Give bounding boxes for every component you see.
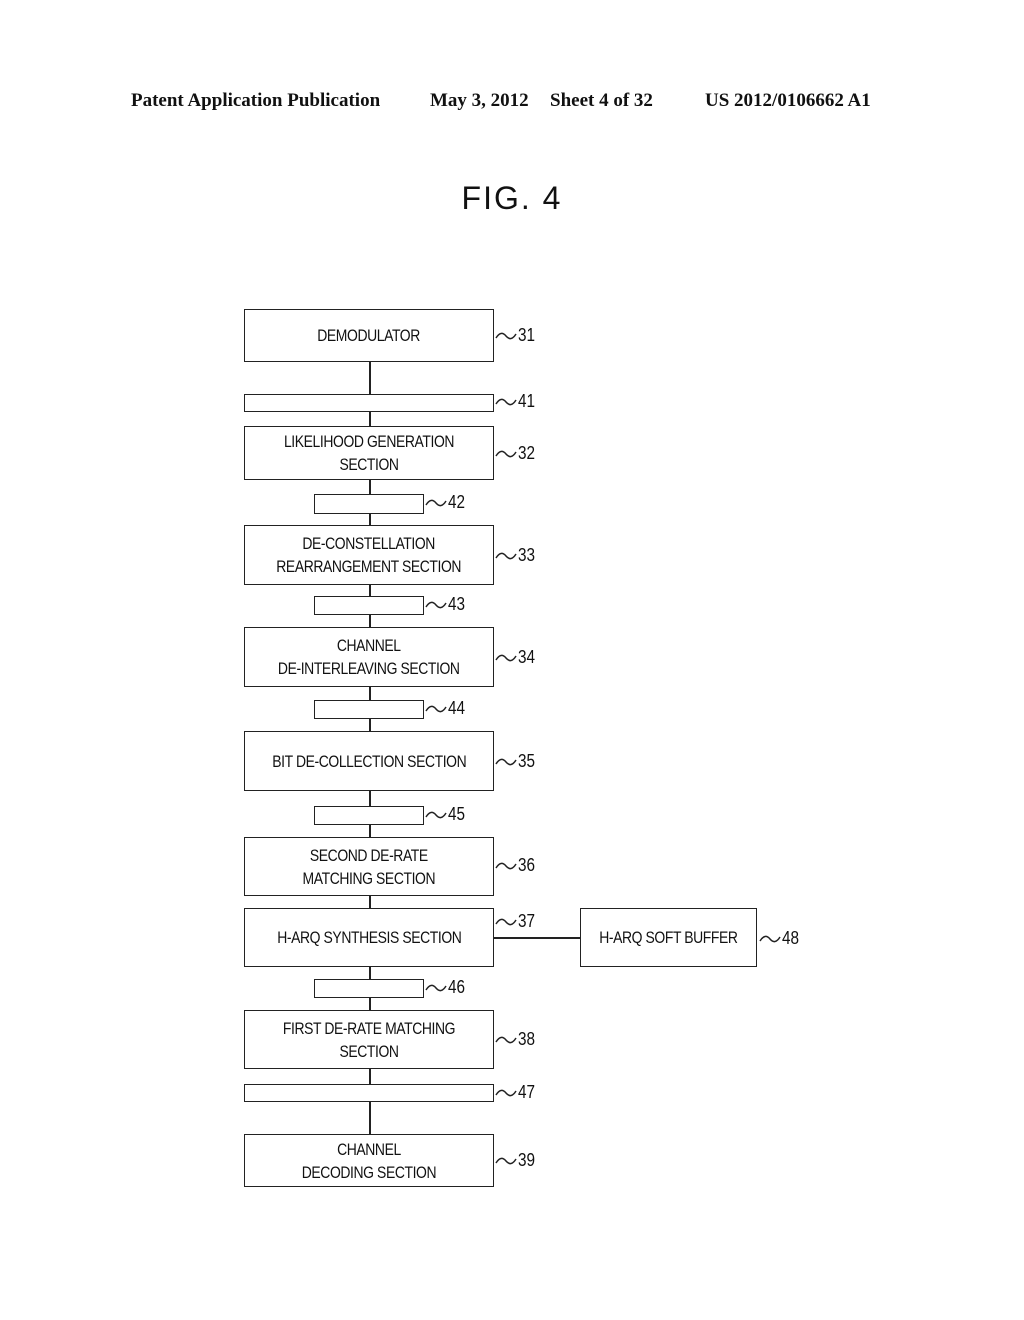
ref-46: 46 [425,977,468,998]
connector-47-39 [369,1101,371,1135]
connector-41-32 [369,411,371,427]
connector-31-41 [369,361,371,395]
figure-title: FIG. 4 [461,180,563,216]
ref-37: 37 [495,911,538,932]
block-h-arq-synthesis: H-ARQ SYNTHESIS SECTION [244,908,494,967]
ref-32: 32 [495,443,538,464]
ref-31: 31 [495,325,538,346]
block-bit-de-collection: BIT DE-COLLECTION SECTION [244,731,494,791]
publication-label: Patent Application Publication [131,90,381,111]
block-label: CHANNEL DECODING SECTION [301,1139,437,1182]
connector-34-44 [369,686,371,701]
block-label: BIT DE-COLLECTION SECTION [272,751,466,771]
tilde-leader-icon [495,450,517,457]
ref-39: 39 [495,1150,538,1171]
ref-35: 35 [495,751,538,772]
buffer-43 [314,596,424,615]
tilde-leader-icon [495,398,517,405]
sheet-number: Sheet 4 of 32 [550,90,653,111]
publication-date: May 3, 2012 [430,90,529,111]
block-second-de-rate-matching: SECOND DE-RATE MATCHING SECTION [244,837,494,896]
tilde-leader-icon [425,499,447,506]
ref-41: 41 [495,391,538,412]
block-label: FIRST DE-RATE MATCHING SECTION [282,1018,456,1061]
tilde-leader-icon [495,758,517,765]
connector-35-45 [369,790,371,807]
tilde-leader-icon [425,984,447,991]
connector-36-37 [369,895,371,909]
block-label: SECOND DE-RATE MATCHING SECTION [302,845,436,888]
block-first-de-rate-matching: FIRST DE-RATE MATCHING SECTION [244,1010,494,1069]
connector-45-36 [369,824,371,838]
ref-47: 47 [495,1082,538,1103]
connector-43-34 [369,614,371,628]
block-label: H-ARQ SYNTHESIS SECTION [276,928,462,947]
connector-38-47 [369,1068,371,1085]
tilde-leader-icon [495,1036,517,1043]
block-de-constellation: DE-CONSTELLATION REARRANGEMENT SECTION [244,525,494,585]
tilde-leader-icon [495,1089,517,1096]
block-demodulator: DEMODULATOR [244,309,494,362]
patent-number: US 2012/0106662 A1 [705,90,871,111]
connector-37-46 [369,966,371,980]
buffer-44 [314,700,424,719]
tilde-leader-icon [495,918,517,925]
block-channel-decoding: CHANNEL DECODING SECTION [244,1134,494,1187]
block-channel-de-interleaving: CHANNEL DE-INTERLEAVING SECTION [244,627,494,687]
ref-45: 45 [425,804,468,825]
ref-36: 36 [495,855,538,876]
ref-48: 48 [759,928,802,949]
tilde-leader-icon [425,811,447,818]
ref-38: 38 [495,1029,538,1050]
connector-46-38 [369,997,371,1011]
buffer-45 [314,806,424,825]
connector-37-48 [493,937,581,939]
buffer-47 [244,1084,494,1102]
ref-43: 43 [425,594,468,615]
buffer-41 [244,394,494,412]
buffer-42 [314,494,424,514]
tilde-leader-icon [495,654,517,661]
block-label: CHANNEL DE-INTERLEAVING SECTION [278,636,460,678]
tilde-leader-icon [425,601,447,608]
ref-33: 33 [495,545,538,566]
tilde-leader-icon [495,1157,517,1164]
block-likelihood-generation: LIKELIHOOD GENERATION SECTION [244,426,494,480]
tilde-leader-icon [495,862,517,869]
tilde-leader-icon [759,935,781,942]
block-h-arq-soft-buffer: H-ARQ SOFT BUFFER [580,908,757,967]
buffer-46 [314,979,424,998]
block-label: DE-CONSTELLATION REARRANGEMENT SECTION [276,534,462,576]
ref-42: 42 [425,492,468,513]
tilde-leader-icon [495,332,517,339]
block-label: H-ARQ SOFT BUFFER [599,928,738,947]
block-label: LIKELIHOOD GENERATION SECTION [283,432,455,474]
ref-34: 34 [495,647,538,668]
connector-44-35 [369,718,371,732]
block-label: DEMODULATOR [317,326,421,345]
tilde-leader-icon [495,552,517,559]
connector-32-42 [369,479,371,495]
ref-44: 44 [425,698,468,719]
tilde-leader-icon [425,705,447,712]
